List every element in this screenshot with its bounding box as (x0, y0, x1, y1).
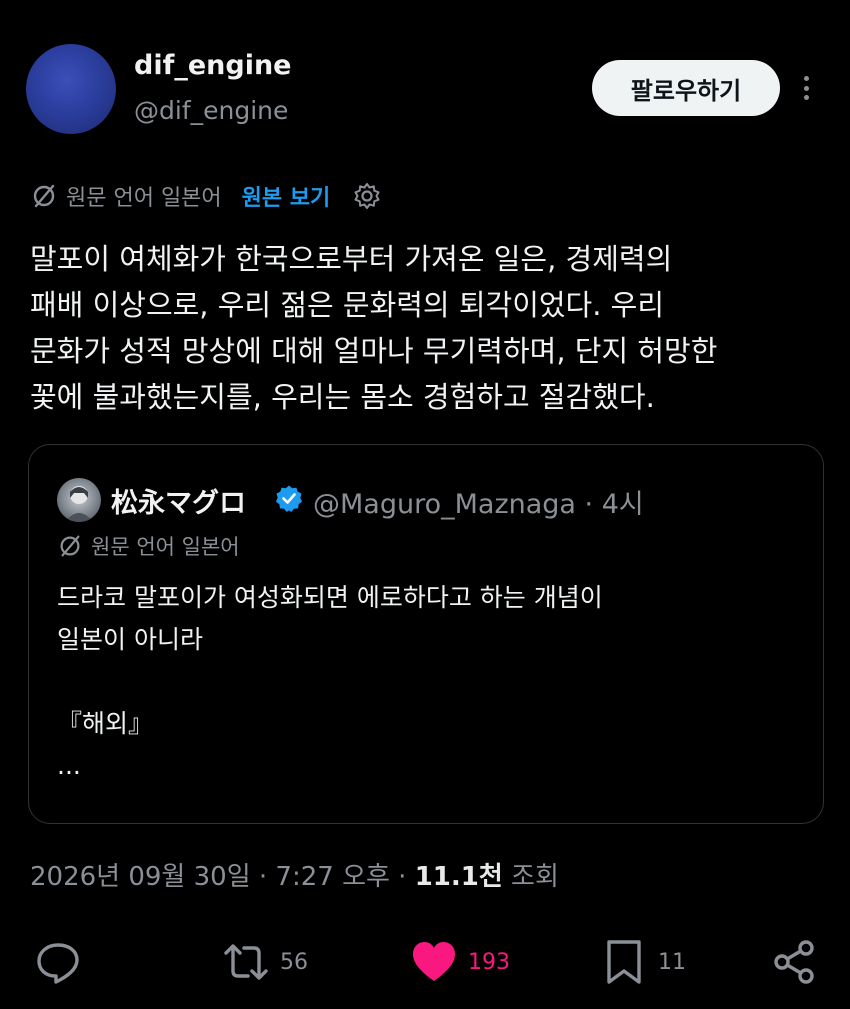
views-count: 11.1천 (414, 862, 503, 892)
author-avatar[interactable] (26, 44, 116, 134)
quoted-translation-label: 원문 언어 일본어 (91, 535, 240, 559)
quoted-body-line: 『해외』 (57, 709, 154, 738)
like-count: 193 (468, 949, 510, 975)
post-timestamp[interactable]: 2026년 09월 30일 · 7:27 오후 · (30, 862, 415, 892)
show-original-link[interactable]: 원본 보기 (242, 180, 331, 212)
views-label: 조회 (502, 862, 559, 892)
quoted-post-body: 드라코 말포이가 여성화되면 에로하다고 하는 개념이 일본이 아니라 『해외』… (57, 577, 603, 787)
quoted-author-name[interactable]: 松永マグロ (111, 481, 246, 520)
quoted-post-card[interactable]: 松永マグロ @Maguro_Maznaga · 4시 원문 언어 일본어 드라코… (28, 444, 824, 824)
repost-button[interactable]: 56 (222, 938, 308, 986)
post-body-line: 말포이 여체화가 한국으로부터 가져온 일은, 경제력의 (30, 242, 673, 276)
quoted-body-line: 일본이 아니라 (57, 625, 203, 654)
translation-notice: 원문 언어 일본어 원본 보기 (30, 178, 382, 214)
post-header: dif_engine @dif_engine 팔로우하기 (26, 44, 826, 134)
like-button[interactable]: 193 (410, 938, 510, 986)
translate-icon (33, 184, 55, 208)
translation-source-label: 원문 언어 일본어 (66, 186, 222, 211)
bookmark-count: 11 (658, 949, 686, 975)
bookmark-button[interactable]: 11 (600, 938, 686, 986)
repost-icon (224, 944, 268, 980)
follow-button[interactable]: 팔로우하기 (592, 60, 780, 116)
verified-badge-icon (276, 485, 302, 512)
post-metadata: 2026년 09월 30일 · 7:27 오후 · 11.1천 조회 (30, 856, 559, 893)
quoted-body-line: 드라코 말포이가 여성화되면 에로하다고 하는 개념이 (57, 583, 603, 612)
author-handle[interactable]: @dif_engine (134, 96, 288, 125)
quoted-translation-notice: 원문 언어 일본어 (57, 531, 240, 561)
author-name[interactable]: dif_engine (134, 50, 291, 81)
translate-icon (60, 535, 80, 557)
more-options-icon[interactable] (794, 70, 818, 106)
share-icon (774, 940, 814, 984)
reply-button[interactable] (34, 938, 82, 986)
quoted-body-line (57, 661, 603, 703)
post-body-line: 꽃에 불과했는지를, 우리는 몸소 경험하고 절감했다. (30, 380, 655, 414)
quoted-body-line: ... (57, 751, 81, 780)
quoted-author-avatar[interactable] (57, 478, 101, 522)
gear-icon[interactable] (352, 181, 382, 211)
post-body-line: 패배 이상으로, 우리 젊은 문화력의 퇴각이었다. 우리 (30, 288, 665, 322)
post-body-line: 문화가 성적 망상에 대해 얼마나 무기력하며, 단지 허망한 (30, 334, 718, 368)
reply-icon (37, 943, 79, 984)
action-bar: 56 193 11 (0, 930, 850, 994)
heart-icon (413, 942, 455, 981)
bookmark-icon (607, 940, 641, 984)
repost-count: 56 (280, 949, 308, 975)
quoted-author-handle[interactable]: @Maguro_Maznaga · 4시 (313, 482, 644, 521)
post-body: 말포이 여체화가 한국으로부터 가져온 일은, 경제력의 패배 이상으로, 우리… (30, 236, 820, 420)
share-button[interactable] (770, 938, 818, 986)
